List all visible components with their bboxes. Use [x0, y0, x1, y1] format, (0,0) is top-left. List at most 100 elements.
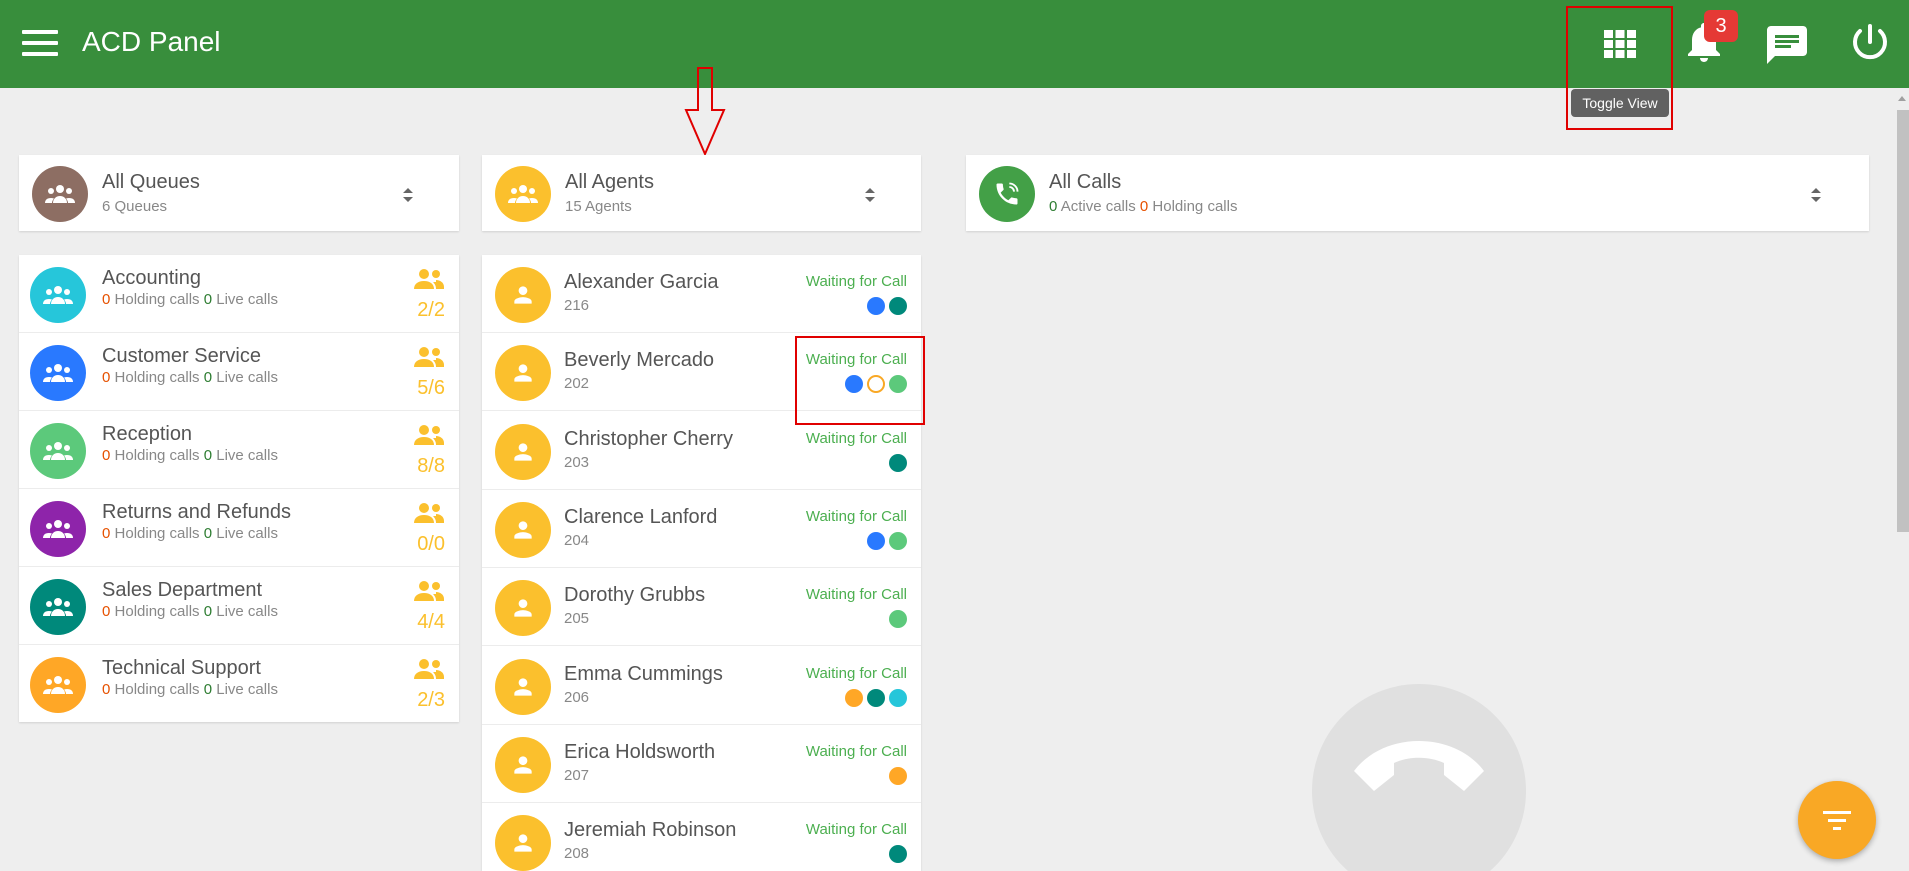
agents-icon [413, 657, 445, 681]
filter-button[interactable] [1798, 781, 1876, 859]
status-dot [889, 297, 907, 315]
status-dot [889, 766, 907, 785]
queue-membership-dots [845, 688, 907, 707]
status-dot [845, 688, 863, 707]
active-calls-label: Active calls [1060, 198, 1136, 215]
live-count: 0 [203, 603, 213, 620]
status-dot [845, 375, 863, 394]
queue-membership-dots [867, 531, 907, 550]
agent-extension: 216 [564, 297, 590, 314]
agents-header-count: 15 Agents [565, 198, 632, 215]
agent-row[interactable]: Emma Cummings 206 Waiting for Call [482, 647, 921, 725]
group-icon [30, 345, 86, 401]
agents-icon [413, 423, 445, 447]
agent-extension: 203 [564, 453, 590, 471]
queue-name: Technical Support [102, 657, 261, 679]
hamburger-icon[interactable] [22, 30, 58, 56]
queue-name: Returns and Refunds [102, 501, 292, 523]
status-dot [867, 297, 885, 315]
agents-icon [413, 345, 445, 369]
sort-icon[interactable] [863, 185, 877, 205]
live-count: 0 [203, 291, 213, 308]
agent-status: Waiting for Call [805, 586, 907, 604]
live-count: 0 [203, 525, 213, 542]
queue-membership-dots [889, 610, 907, 629]
grid-icon[interactable] [1596, 20, 1644, 68]
agent-row[interactable]: Clarence Lanford 204 Waiting for Call [482, 490, 921, 568]
live-count: 0 [203, 447, 213, 464]
live-label: Live calls [216, 369, 278, 386]
scrollbar-thumb[interactable] [1897, 110, 1909, 532]
agent-row[interactable]: Erica Holdsworth 207 Waiting for Call [482, 725, 921, 803]
queue-row[interactable]: Reception 0 Holding calls 0 Live calls 8/8 [19, 411, 459, 489]
queue-name: Customer Service [102, 345, 261, 367]
group-icon [30, 423, 86, 479]
holding-label: Holding calls [114, 603, 200, 620]
queue-row[interactable]: Technical Support 0 Holding calls 0 Live … [19, 645, 459, 723]
notification-badge: 3 [1704, 10, 1738, 42]
queue-stats: 0 Holding calls 0 Live calls [102, 681, 278, 698]
live-label: Live calls [216, 603, 278, 620]
status-dot [867, 531, 885, 550]
agent-row[interactable]: Dorothy Grubbs 205 Waiting for Call [482, 568, 921, 647]
agents-list: Alexander Garcia 216 Waiting for Call Bever… [482, 255, 921, 871]
group-icon [30, 657, 86, 713]
person-icon [495, 345, 551, 402]
queues-list: Accounting 0 Holding calls 0 Live calls 2/… [19, 255, 459, 722]
queue-row[interactable]: Accounting 0 Holding calls 0 Live calls 2/… [19, 255, 459, 333]
person-icon [495, 658, 551, 715]
agents-icon [413, 501, 445, 525]
holding-count: 0 [102, 525, 111, 542]
agent-row[interactable]: Christopher Cherry 203 Waiting for Call [482, 412, 921, 490]
queue-membership-dots [867, 297, 907, 315]
power-icon[interactable] [1846, 20, 1894, 68]
queue-agent-ratio: 4/4 [417, 611, 445, 633]
holding-label: Holding calls [114, 681, 200, 698]
sort-icon[interactable] [401, 185, 415, 205]
holding-count: 0 [102, 603, 111, 620]
holding-label: Holding calls [114, 447, 200, 464]
agent-extension: 205 [564, 610, 590, 628]
queue-agent-ratio: 2/2 [417, 299, 445, 321]
sort-icon[interactable] [1809, 185, 1823, 205]
calls-header-card[interactable]: All Calls 0 Active calls 0 Holding calls [966, 155, 1869, 231]
annotation-arrow [684, 67, 726, 156]
agent-name: Clarence Lanford [564, 505, 718, 528]
agent-extension: 202 [564, 375, 590, 393]
queue-row[interactable]: Returns and Refunds 0 Holding calls 0 Liv… [19, 489, 459, 567]
person-icon [495, 736, 551, 793]
status-dot [889, 610, 907, 629]
queue-row[interactable]: Customer Service 0 Holding calls 0 Live c… [19, 333, 459, 411]
queue-agent-ratio: 5/6 [417, 377, 445, 399]
holding-count: 0 [102, 447, 111, 464]
queue-name: Reception [102, 423, 193, 445]
queues-header-card[interactable]: All Queues 6 Queues [19, 155, 459, 231]
agents-header-card[interactable]: All Agents 15 Agents [482, 155, 921, 231]
person-icon [495, 267, 551, 323]
queue-row[interactable]: Sales Department 0 Holding calls 0 Live c… [19, 567, 459, 645]
chat-icon[interactable] [1763, 20, 1811, 68]
agent-name: Dorothy Grubbs [564, 584, 706, 607]
group-icon [32, 166, 88, 222]
holding-calls-count: 0 [1139, 198, 1149, 215]
queue-agent-ratio: 8/8 [417, 455, 445, 477]
status-dot [889, 845, 907, 864]
person-icon [495, 501, 551, 558]
agent-name: Beverly Mercado [564, 349, 715, 372]
hangup-call-icon [1312, 684, 1526, 871]
group-icon [495, 166, 551, 222]
agent-status: Waiting for Call [805, 664, 907, 682]
live-label: Live calls [216, 525, 278, 542]
person-icon [495, 580, 551, 637]
queue-name: Sales Department [102, 579, 263, 601]
queue-name: Accounting [102, 267, 201, 289]
queue-stats: 0 Holding calls 0 Live calls [102, 447, 278, 464]
queue-stats: 0 Holding calls 0 Live calls [102, 525, 278, 542]
queue-membership-dots [889, 453, 907, 472]
agent-row[interactable]: Beverly Mercado 202 Waiting for Call [482, 333, 921, 412]
agent-row[interactable]: Jeremiah Robinson 208 Waiting for Call [482, 803, 921, 871]
agent-row[interactable]: Alexander Garcia 216 Waiting for Call [482, 255, 921, 333]
holding-label: Holding calls [114, 525, 200, 542]
holding-count: 0 [102, 681, 111, 698]
live-label: Live calls [216, 291, 278, 308]
